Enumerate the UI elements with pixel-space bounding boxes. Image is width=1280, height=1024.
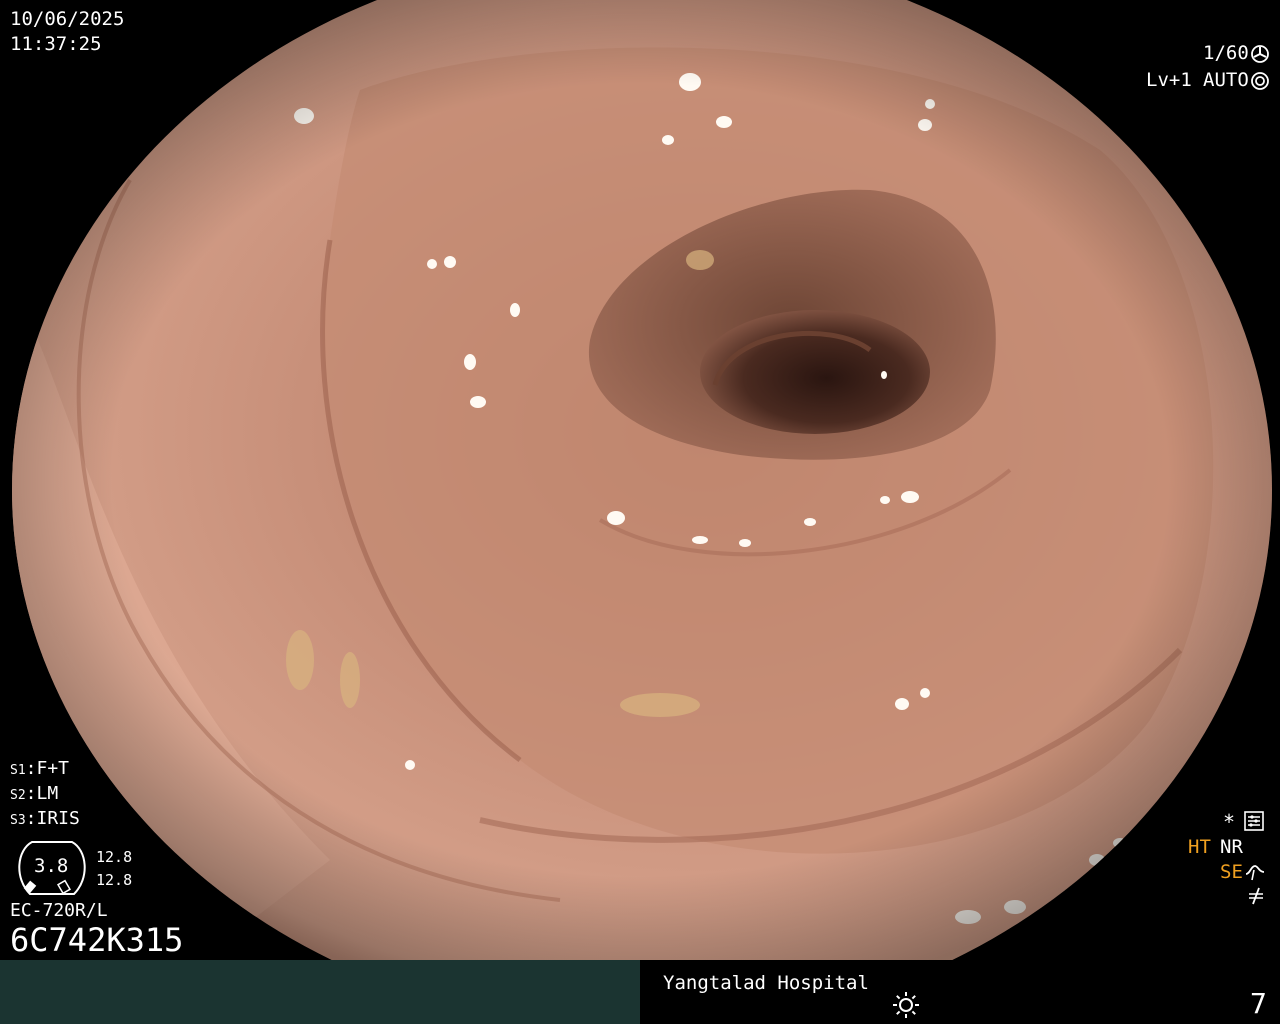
no-filter-icon <box>1246 886 1266 906</box>
fan-icon <box>1250 44 1270 64</box>
brightness-sun-icon <box>891 990 921 1020</box>
endoscopy-image <box>0 0 1280 960</box>
footer-left-panel <box>0 960 640 1024</box>
enhance-curve-icon <box>1244 862 1266 882</box>
scope-serial: 6C742K315 <box>10 921 184 959</box>
hospital-name: Yangtalad Hospital <box>663 972 869 994</box>
level-text: Lv+1 <box>1146 69 1192 91</box>
iris-mode-text: AUTO <box>1203 69 1249 91</box>
gauge-bottom-value: 12.8 <box>96 871 133 889</box>
camera-iris-icon <box>1250 71 1270 91</box>
gauge-value: 3.8 <box>34 855 69 877</box>
date-text: 10/06/2025 <box>10 8 125 30</box>
s3-label: S3:IRIS <box>10 808 80 829</box>
shutter-text: 1/60 <box>1203 42 1249 64</box>
ht-indicator: HT <box>1188 836 1211 858</box>
settings-panel-icon <box>1244 811 1264 831</box>
nr-indicator: NR <box>1220 836 1243 858</box>
se-indicator: SE <box>1220 861 1243 883</box>
scope-gauge: 3.8 <box>12 838 92 898</box>
s1-label: S1:F+T <box>10 758 70 779</box>
image-number: 7 <box>1250 987 1267 1020</box>
gauge-top-value: 12.8 <box>96 848 133 866</box>
s2-label: S2:LM <box>10 783 59 804</box>
time-text: 11:37:25 <box>10 33 102 55</box>
star-indicator: * <box>1223 810 1236 834</box>
scope-model: EC-720R/L <box>10 900 108 921</box>
footer-bar: Yangtalad Hospital 7 <box>0 960 1280 1024</box>
